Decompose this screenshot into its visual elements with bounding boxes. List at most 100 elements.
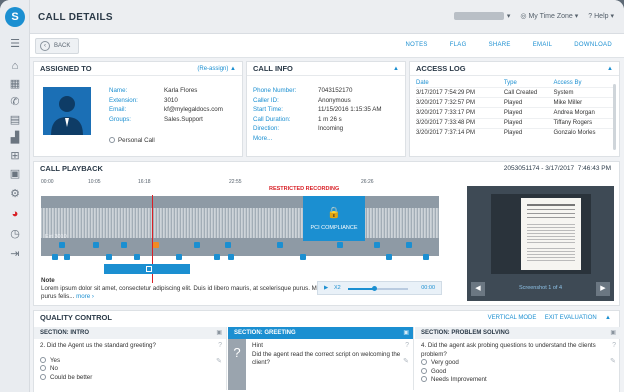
logout-icon[interactable]: ⇥ <box>7 246 23 262</box>
more-link[interactable]: more › <box>76 293 94 300</box>
option-good[interactable]: Good <box>421 368 614 377</box>
scrollbar[interactable] <box>613 84 616 150</box>
next-screenshot-button[interactable]: ▶ <box>596 282 610 296</box>
collapse-icon[interactable]: ▲ <box>605 315 611 321</box>
pie-chart-icon[interactable]: ◕ <box>7 206 23 222</box>
dashboard-icon[interactable]: ▦ <box>7 76 23 92</box>
cell-user: Mike Miller <box>553 97 616 108</box>
notes-button[interactable]: NOTES <box>406 42 428 48</box>
share-button[interactable]: SHARE <box>489 42 511 48</box>
back-button[interactable]: ‹ BACK <box>35 38 80 54</box>
note-title: Note <box>41 277 55 284</box>
help-menu[interactable]: ? Help ▾ <box>588 12 614 20</box>
speed-label[interactable]: X2 <box>334 285 341 291</box>
comment-marker[interactable] <box>406 242 412 248</box>
panel-title: ASSIGNED TO <box>40 64 92 73</box>
clipboard-icon[interactable]: ▣ <box>7 166 23 182</box>
cell-date: 3/20/2017 7:33:17 PM <box>416 107 504 119</box>
comment-marker[interactable] <box>134 254 140 260</box>
cell-user: Andrea Morgan <box>553 107 616 119</box>
grid-icon[interactable]: ⊞ <box>7 148 23 164</box>
play-icon[interactable]: ▶ <box>324 285 328 291</box>
comment-marker[interactable] <box>225 242 231 248</box>
option-could-be-better[interactable]: Could be better <box>40 374 220 383</box>
comment-marker[interactable] <box>423 254 429 260</box>
option-needs-improvement[interactable]: Needs Improvement <box>421 376 614 385</box>
comment-marker[interactable] <box>194 242 200 248</box>
panel-header: QUALITY CONTROL VERTICAL MODE EXIT EVALU… <box>34 311 619 325</box>
timezone-selector[interactable]: ◎ My Time Zone ▾ <box>520 12 578 20</box>
personal-call-checkbox[interactable]: Personal Call <box>109 136 155 146</box>
comment-marker[interactable] <box>64 254 70 260</box>
top-right-controls: ▾ ◎ My Time Zone ▾ ? Help ▾ <box>453 12 614 20</box>
cell-date: 3/20/2017 7:33:48 PM <box>416 117 504 129</box>
email-button[interactable]: EMAIL <box>533 42 553 48</box>
comment-marker[interactable] <box>176 254 182 260</box>
help-icon[interactable]: ? <box>405 342 409 349</box>
note: Note Lorem ipsum dolor sit amet, consect… <box>41 277 341 301</box>
delete-icon[interactable]: ▣ <box>403 327 409 339</box>
comment-marker[interactable] <box>121 242 127 248</box>
user-name-blurred <box>453 12 504 20</box>
comment-marker[interactable] <box>228 254 234 260</box>
edit-icon[interactable]: ✎ <box>216 357 222 365</box>
comment-marker[interactable] <box>300 254 306 260</box>
help-icon[interactable]: ? <box>612 342 616 349</box>
progress-fill <box>348 288 374 290</box>
email-value: kf@mylegaldocs.com <box>164 106 223 113</box>
exit-evaluation-button[interactable]: EXIT EVALUATION <box>545 315 597 321</box>
assigned-to-panel: ASSIGNED TO (Re-assign) ▲ Name: Extensio… <box>33 61 243 157</box>
comment-marker[interactable] <box>214 254 220 260</box>
user-menu[interactable]: ▾ <box>453 12 510 20</box>
download-button[interactable]: DOWNLOAD <box>574 42 612 48</box>
cell-date: 3/20/2017 7:37:14 PM <box>416 127 504 138</box>
comment-marker[interactable] <box>52 254 58 260</box>
option-very-good[interactable]: Very good <box>421 359 614 368</box>
reports-icon[interactable]: ▟ <box>7 130 23 146</box>
call-time: 7:46:43 PM <box>577 165 611 172</box>
help-icon[interactable]: ? <box>218 342 222 349</box>
reassign-link[interactable]: (Re-assign) ▲ <box>197 62 236 76</box>
table-row: 3/20/2017 7:33:17 PM Played Andrea Morgan <box>416 107 616 119</box>
radio-icon <box>421 359 427 366</box>
clock-icon[interactable]: ◷ <box>7 226 23 242</box>
vertical-mode-button[interactable]: VERTICAL MODE <box>488 315 537 321</box>
more-link[interactable]: More... <box>253 134 296 144</box>
call-id: 2053051174 - 3/17/2017 <box>503 165 575 172</box>
home-icon[interactable]: ⌂ <box>7 58 23 74</box>
flag-button[interactable]: FLAG <box>450 42 467 48</box>
progress-knob[interactable] <box>372 286 377 291</box>
groups-value: Sales.Support <box>164 115 203 123</box>
document-icon[interactable]: ▤ <box>7 112 23 128</box>
phone-icon[interactable]: ✆ <box>7 94 23 110</box>
edit-icon[interactable]: ✎ <box>610 357 616 365</box>
tick-label: 22:55 <box>229 179 242 185</box>
comment-marker[interactable] <box>386 254 392 260</box>
option-label: Could be better <box>50 373 93 381</box>
comment-marker[interactable] <box>277 242 283 248</box>
column-type: Type <box>503 80 517 86</box>
pci-compliance-label: PCI COMPLIANCE <box>310 225 358 231</box>
active-marker[interactable] <box>153 242 159 248</box>
comment-marker[interactable] <box>106 254 112 260</box>
option-yes[interactable]: Yes <box>40 357 220 366</box>
collapse-icon[interactable]: ▲ <box>607 62 613 76</box>
action-bar: ‹ BACK NOTES FLAG SHARE EMAIL DOWNLOAD <box>30 34 624 58</box>
checkbox-icon <box>109 137 115 144</box>
app-logo-icon[interactable]: S <box>5 7 25 27</box>
back-arrow-icon: ‹ <box>40 41 50 51</box>
screenshot-image[interactable] <box>491 194 591 274</box>
comment-marker[interactable] <box>337 242 343 248</box>
comment-marker[interactable] <box>93 242 99 248</box>
range-handle[interactable] <box>146 266 152 272</box>
delete-icon[interactable]: ▣ <box>216 327 222 339</box>
edit-icon[interactable]: ✎ <box>403 357 409 365</box>
menu-icon[interactable]: ☰ <box>7 36 23 52</box>
globe-icon: ◎ <box>520 13 527 20</box>
settings-icon[interactable]: ⚙ <box>7 186 23 202</box>
collapse-icon[interactable]: ▲ <box>393 62 399 76</box>
comment-marker[interactable] <box>59 242 65 248</box>
option-no[interactable]: No <box>40 365 220 374</box>
comment-marker[interactable] <box>374 242 380 248</box>
delete-icon[interactable]: ▣ <box>610 327 616 339</box>
